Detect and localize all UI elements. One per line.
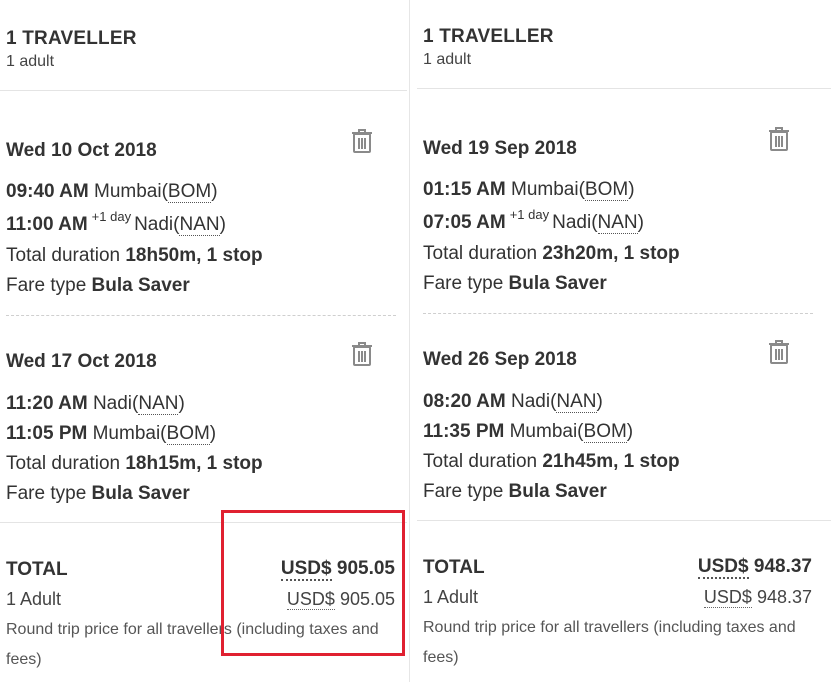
outbound-arrival: 07:05 AM +1 day Nadi(NAN)	[423, 207, 644, 234]
airport-code[interactable]: NAN	[556, 391, 597, 413]
traveller-count: 1 TRAVELLER	[6, 28, 137, 49]
total-price: USD$ 948.37	[697, 556, 812, 579]
column-divider	[409, 0, 410, 682]
adult-count: 1 Adult	[423, 587, 479, 607]
outbound-duration: Total duration 23h20m, 1 stop	[423, 243, 680, 264]
itinerary-summary-right: 1 TRAVELLER 1 adult Wed 19 Sep 2018 01:1…	[417, 0, 831, 682]
outbound-date: Wed 19 Sep 2018	[423, 138, 577, 159]
outbound-date: Wed 10 Oct 2018	[6, 140, 157, 161]
trash-icon[interactable]	[768, 126, 790, 152]
inbound-date: Wed 17 Oct 2018	[6, 351, 157, 372]
total-label: TOTAL	[6, 559, 68, 580]
trash-icon[interactable]	[768, 339, 790, 365]
traveller-count: 1 TRAVELLER	[423, 26, 554, 47]
airport-code[interactable]: BOM	[166, 423, 210, 445]
currency-code[interactable]: USD$	[697, 556, 749, 579]
segment-divider	[6, 315, 396, 316]
trash-icon[interactable]	[351, 128, 373, 154]
section-divider	[417, 88, 831, 89]
inbound-departure: 11:20 AM Nadi(NAN)	[6, 393, 185, 415]
outbound-fare-type: Fare type Bula Saver	[423, 273, 607, 294]
airport-code[interactable]: BOM	[583, 421, 627, 443]
inbound-arrival: 11:05 PM Mumbai(BOM)	[6, 423, 217, 445]
airport-code[interactable]: BOM	[584, 179, 629, 201]
section-divider	[0, 90, 407, 91]
outbound-duration: Total duration 18h50m, 1 stop	[6, 245, 263, 266]
airport-code[interactable]: NAN	[597, 212, 638, 234]
trash-icon[interactable]	[351, 341, 373, 367]
traveller-breakdown: 1 adult	[423, 51, 472, 68]
airport-code[interactable]: NAN	[138, 393, 179, 415]
outbound-departure: 09:40 AM Mumbai(BOM)	[6, 181, 218, 203]
price-note: Round trip price for all travellers (inc…	[423, 619, 796, 666]
adult-count: 1 Adult	[6, 589, 62, 609]
adult-price: USD$ 948.37	[703, 587, 812, 608]
inbound-fare-type: Fare type Bula Saver	[423, 481, 607, 502]
inbound-duration: Total duration 18h15m, 1 stop	[6, 453, 263, 474]
inbound-fare-type: Fare type Bula Saver	[6, 483, 190, 504]
segment-divider	[423, 313, 813, 314]
currency-code[interactable]: USD$	[703, 587, 752, 608]
inbound-departure: 08:20 AM Nadi(NAN)	[423, 391, 603, 413]
total-label: TOTAL	[423, 557, 485, 578]
outbound-arrival: 11:00 AM +1 day Nadi(NAN)	[6, 209, 226, 236]
airport-code[interactable]: BOM	[167, 181, 212, 203]
outbound-departure: 01:15 AM Mumbai(BOM)	[423, 179, 635, 201]
airport-code[interactable]: NAN	[179, 214, 220, 236]
outbound-fare-type: Fare type Bula Saver	[6, 275, 190, 296]
traveller-breakdown: 1 adult	[6, 53, 55, 70]
section-divider	[417, 520, 831, 521]
inbound-arrival: 11:35 PM Mumbai(BOM)	[423, 421, 634, 443]
price-highlight-box	[221, 510, 405, 656]
inbound-date: Wed 26 Sep 2018	[423, 349, 577, 370]
inbound-duration: Total duration 21h45m, 1 stop	[423, 451, 680, 472]
